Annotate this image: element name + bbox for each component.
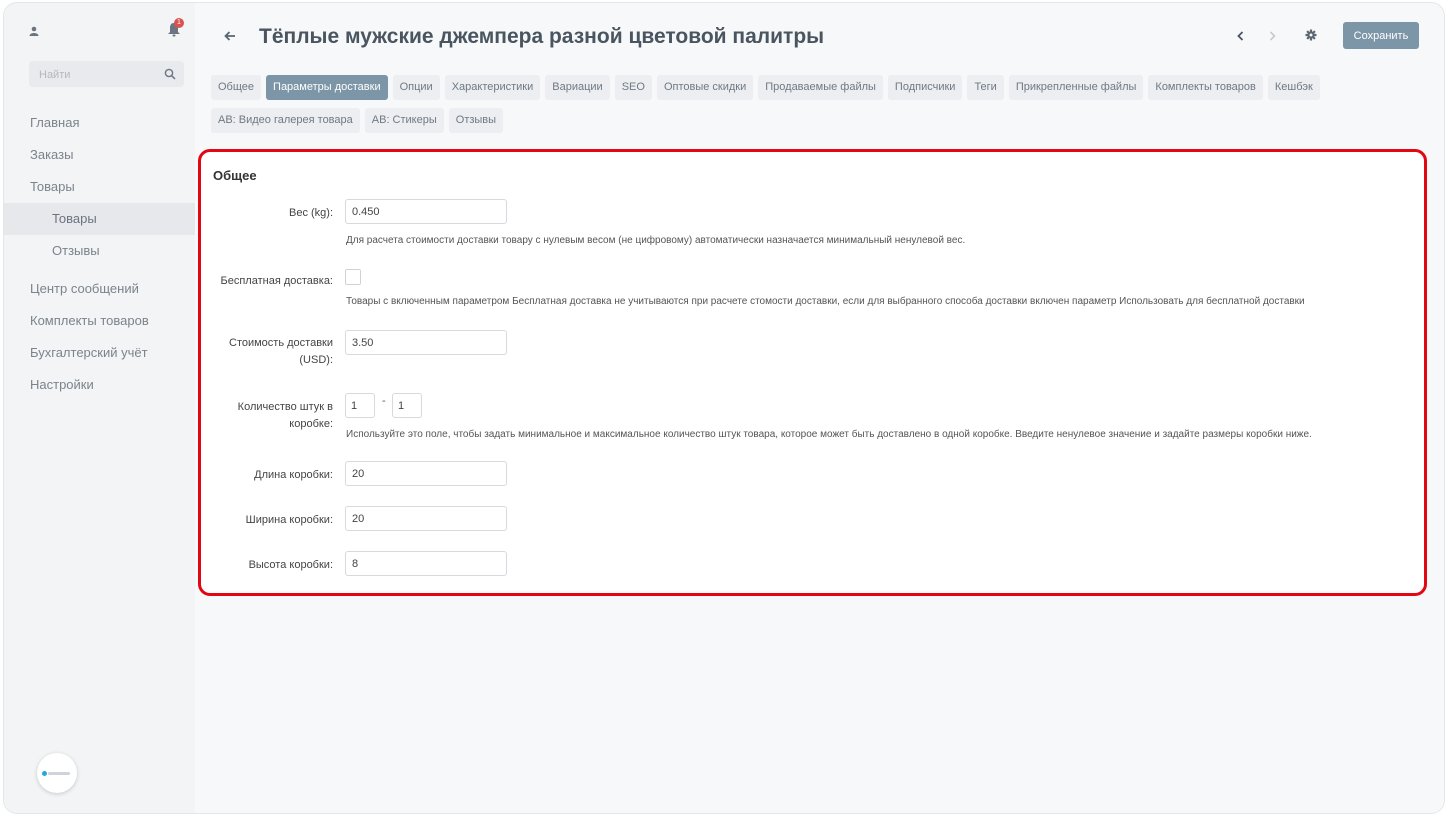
sidebar-subitem-reviews[interactable]: Отзывы	[4, 235, 195, 267]
sidebar-nav: Главная Заказы Товары Товары Отзывы Цент…	[4, 107, 195, 401]
sidebar-item-home[interactable]: Главная	[4, 107, 195, 139]
tab-seo[interactable]: SEO	[614, 75, 652, 100]
weight-label: Вес (kg):	[288, 207, 333, 219]
page-title: Тёплые мужские джемпера разной цветовой …	[259, 25, 825, 48]
sidebar-top: 1	[4, 3, 195, 51]
sidebar-item-product-bundles[interactable]: Комплекты товаров	[4, 305, 195, 337]
tab-product-bundles[interactable]: Комплекты товаров	[1148, 75, 1263, 100]
free-shipping-hint: Товары с включенным параметром Бесплатна…	[346, 296, 1305, 307]
search-icon[interactable]	[164, 67, 176, 80]
sidebar-item-message-center[interactable]: Центр сообщений	[4, 273, 195, 305]
chevron-right-icon[interactable]	[1266, 29, 1278, 41]
tabs-bar: Общее Параметры доставки Опции Характеристи…	[211, 75, 1411, 141]
search-input[interactable]	[37, 65, 161, 85]
tab-variations[interactable]: Вариации	[545, 75, 610, 100]
weight-input[interactable]	[345, 199, 507, 224]
box-quantity-max-input[interactable]	[392, 393, 422, 418]
free-shipping-checkbox[interactable]	[345, 269, 361, 285]
brand-logo-button[interactable]	[37, 753, 77, 793]
sidebar-item-orders[interactable]: Заказы	[4, 139, 195, 171]
shipping-cost-label: Стоимость доставки (USD):	[213, 335, 333, 369]
free-shipping-label: Бесплатная доставка:	[220, 275, 333, 287]
gear-icon[interactable]	[1304, 28, 1318, 42]
section-title: Общее	[213, 168, 257, 183]
tab-attachments[interactable]: Прикрепленные файлы	[1008, 75, 1144, 100]
tab-video-gallery[interactable]: AB: Видео галерея товара	[211, 108, 360, 133]
sidebar-item-products[interactable]: Товары	[4, 171, 195, 203]
tab-cashback[interactable]: Кешбэк	[1267, 75, 1320, 100]
box-quantity-separator: -	[382, 395, 386, 407]
shipping-params-panel: Общее Вес (kg): Для расчета стоимости до…	[198, 149, 1427, 596]
box-length-input[interactable]	[345, 461, 507, 486]
tab-wholesale-discounts[interactable]: Оптовые скидки	[656, 75, 754, 100]
page-header: Тёплые мужские джемпера разной цветовой …	[195, 3, 1444, 63]
tab-tags[interactable]: Теги	[967, 75, 1004, 100]
notification-badge: 1	[174, 18, 184, 28]
user-icon[interactable]	[29, 23, 39, 36]
main-content: Тёплые мужские джемпера разной цветовой …	[195, 3, 1444, 813]
tab-reviews[interactable]: Отзывы	[448, 108, 504, 133]
box-height-label: Высота коробки:	[248, 559, 333, 571]
tab-stickers[interactable]: AB: Стикеры	[364, 108, 444, 133]
box-quantity-label: Количество штук в коробке:	[213, 399, 333, 433]
box-quantity-label-line2: коробке:	[289, 418, 333, 430]
box-height-input[interactable]	[345, 551, 507, 576]
tab-subscribers[interactable]: Подписчики	[887, 75, 963, 100]
box-length-label: Длина коробки:	[254, 469, 333, 481]
tab-features[interactable]: Характеристики	[444, 75, 541, 100]
sidebar: 1 Главная Заказы Товары Товары Отзывы Це…	[4, 3, 195, 813]
box-quantity-min-input[interactable]	[345, 393, 375, 418]
weight-hint: Для расчета стоимости доставки товару с …	[346, 235, 966, 246]
notifications-bell-icon[interactable]: 1	[167, 18, 185, 38]
box-quantity-hint: Используйте это поле, чтобы задать миним…	[346, 429, 1312, 440]
tab-shipping-params[interactable]: Параметры доставки	[266, 75, 388, 100]
save-button[interactable]: Сохранить	[1343, 22, 1419, 49]
shipping-cost-input[interactable]	[345, 330, 507, 355]
shipping-cost-label-line2: (USD):	[299, 354, 333, 366]
tab-sellable-files[interactable]: Продаваемые файлы	[758, 75, 883, 100]
tab-general[interactable]: Общее	[211, 75, 262, 100]
tab-options[interactable]: Опции	[392, 75, 440, 100]
chevron-left-icon[interactable]	[1235, 29, 1247, 41]
shipping-cost-label-line1: Стоимость доставки	[229, 337, 333, 349]
app-frame: 1 Главная Заказы Товары Товары Отзывы Це…	[3, 2, 1445, 814]
box-width-label: Ширина коробки:	[245, 514, 333, 526]
box-width-input[interactable]	[345, 506, 507, 531]
box-quantity-label-line1: Количество штук в	[237, 401, 333, 413]
sidebar-item-accounting[interactable]: Бухгалтерский учёт	[4, 337, 195, 369]
sidebar-subitem-products[interactable]: Товары	[4, 203, 195, 235]
back-arrow-icon[interactable]	[223, 29, 237, 43]
sidebar-item-settings[interactable]: Настройки	[4, 369, 195, 401]
sidebar-search	[29, 61, 184, 87]
